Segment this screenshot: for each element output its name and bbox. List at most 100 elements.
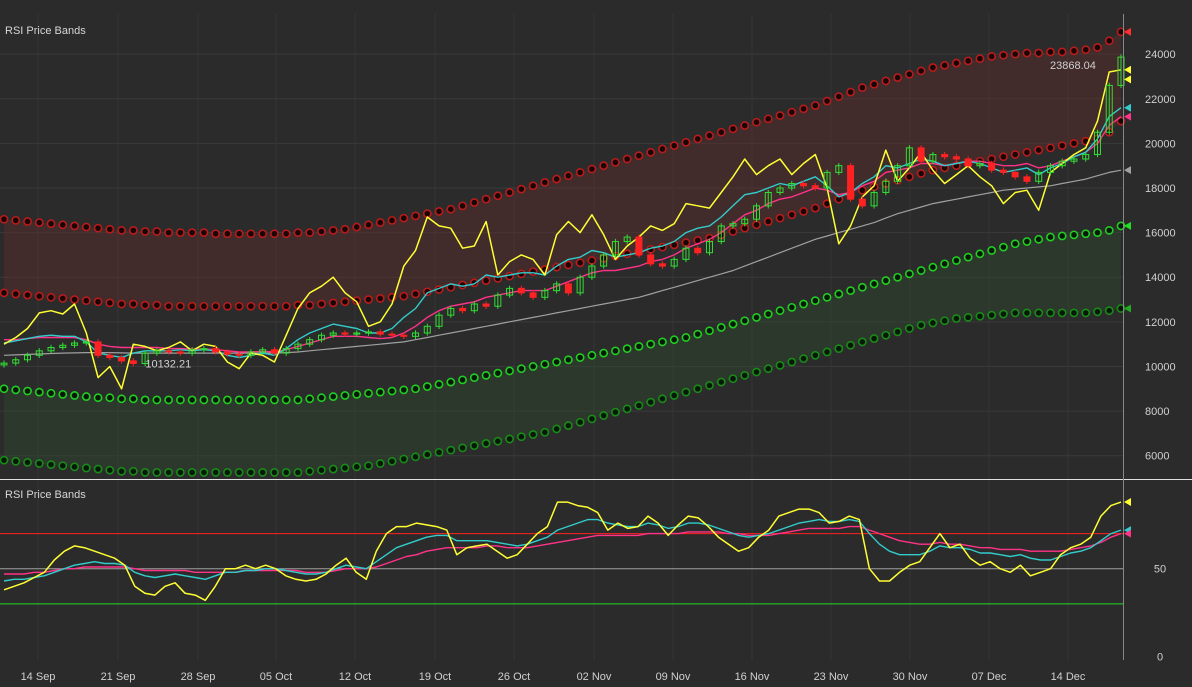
lower-band-inner-dot	[963, 252, 973, 262]
upper-band-outer-dot	[716, 127, 726, 137]
lower-band-inner-dot	[364, 388, 373, 398]
lower-band-outer-dot	[411, 452, 420, 462]
upper-band-inner-dot	[222, 301, 232, 311]
upper-band-outer-dot	[658, 144, 667, 154]
candle-body	[917, 147, 925, 162]
lower-band-outer-dot	[152, 468, 162, 477]
candle-body	[270, 349, 278, 354]
upper-band-inner-dot	[234, 301, 244, 311]
lower-band-inner-dot	[11, 385, 21, 395]
upper-band-outer-dot	[293, 228, 303, 238]
upper-band-outer-dot	[105, 224, 115, 234]
lower-band-outer-dot	[646, 397, 656, 407]
upper-band-outer-dot	[246, 229, 256, 239]
candle-body	[400, 334, 408, 337]
lower-band-inner-dot	[293, 395, 303, 405]
lower-band-outer-dot	[799, 354, 808, 364]
lower-band-outer-dot	[716, 377, 726, 387]
y-tick-label: 10000	[1145, 361, 1176, 373]
upper-band-outer-dot	[340, 224, 350, 234]
lower-band-inner-dot	[881, 276, 891, 285]
lower-band-inner-dot	[834, 289, 844, 299]
lower-band-outer-dot	[469, 441, 479, 451]
lower-band-outer-dot	[987, 310, 997, 320]
upper-band-outer-dot	[1081, 45, 1091, 55]
y-tick-label: 6000	[1145, 451, 1169, 463]
upper-band-inner-dot	[1046, 143, 1055, 153]
lower-band-outer-dot	[787, 357, 797, 367]
upper-band-inner-dot	[211, 301, 221, 311]
x-tick-label: 14 Dec	[1051, 671, 1086, 683]
upper-band-outer-dot	[270, 229, 279, 239]
upper-band-outer-dot	[140, 227, 150, 236]
upper-band-outer-dot	[951, 58, 961, 68]
upper-band-inner-dot	[528, 267, 538, 277]
upper-band-inner-dot	[799, 207, 808, 216]
upper-band-outer-dot	[258, 229, 268, 239]
candle-body	[118, 357, 126, 362]
lower-band-inner-dot	[70, 391, 79, 400]
lower-band-inner-dot	[152, 395, 162, 405]
lower-band-outer-dot	[1057, 308, 1067, 318]
upper-band-outer-dot	[70, 221, 79, 231]
lower-band-outer-dot	[752, 367, 761, 377]
lower-band-outer-dot	[599, 411, 609, 420]
lower-band-outer-dot	[552, 424, 562, 434]
upper-band-outer-dot	[364, 220, 373, 230]
upper-band-outer-dot	[575, 167, 585, 177]
lower-band-inner-dot	[999, 242, 1008, 252]
upper-band-outer-dot	[916, 66, 926, 76]
lower-band-outer-dot	[58, 461, 68, 471]
lower-band-inner-dot	[164, 395, 174, 405]
upper-band-outer-dot	[893, 73, 902, 82]
upper-band-inner-dot	[1010, 150, 1020, 159]
upper-band-outer-dot	[34, 218, 44, 227]
upper-band-outer-dot	[587, 164, 597, 174]
upper-band-inner-dot	[46, 292, 56, 302]
lower-band-outer-dot	[281, 468, 291, 477]
upper-band-outer-dot	[328, 225, 338, 235]
upper-band-outer-dot	[222, 229, 232, 239]
upper-band-outer-dot	[940, 60, 950, 70]
lower-band-outer-dot	[199, 468, 209, 477]
lower-band-outer-dot	[904, 324, 914, 333]
upper-band-inner-dot	[340, 297, 350, 307]
upper-band-outer-dot	[128, 225, 138, 235]
upper-band-outer-dot	[681, 137, 691, 147]
lower-band-inner-dot	[505, 366, 514, 376]
lower-band-inner-dot	[822, 292, 832, 302]
x-tick-label: 07 Dec	[972, 671, 1007, 683]
lower-band-inner-dot	[1010, 239, 1020, 249]
lower-band-inner-dot	[693, 329, 703, 339]
lower-band-inner-dot	[587, 350, 597, 360]
upper-band-outer-dot	[434, 207, 444, 216]
lower-band-inner-dot	[787, 302, 797, 312]
upper-band-outer-dot	[46, 219, 56, 229]
upper-band-outer-dot	[693, 134, 703, 144]
candle-body	[517, 287, 525, 294]
upper-band-outer-dot	[752, 117, 761, 127]
upper-band-outer-dot	[469, 198, 479, 207]
lower-band-inner-dot	[728, 319, 738, 329]
candle-body	[341, 332, 349, 335]
lower-band-inner-dot	[117, 394, 126, 404]
lower-band-outer-dot	[222, 468, 232, 477]
lower-band-inner-dot	[1022, 237, 1032, 246]
upper-band-outer-dot	[23, 217, 32, 226]
lower-band-outer-dot	[775, 360, 785, 370]
upper-band-inner-dot	[575, 258, 585, 268]
lower-band-inner-dot	[987, 246, 997, 255]
lower-band-outer-dot	[93, 464, 103, 474]
upper-band-inner-dot	[810, 203, 820, 213]
lower-band-outer-dot	[857, 337, 867, 347]
upper-band-outer-dot	[810, 101, 820, 110]
upper-band-outer-dot	[375, 218, 385, 227]
upper-band-outer-dot	[857, 83, 867, 93]
lower-band-outer-dot	[881, 330, 891, 340]
upper-band-outer-dot	[422, 209, 432, 219]
candle-body	[106, 354, 114, 359]
upper-band-outer-dot	[1046, 47, 1055, 57]
lower-band-outer-dot	[963, 312, 973, 322]
upper-band-inner-dot	[105, 298, 115, 308]
lower-band-outer-dot	[634, 401, 644, 410]
